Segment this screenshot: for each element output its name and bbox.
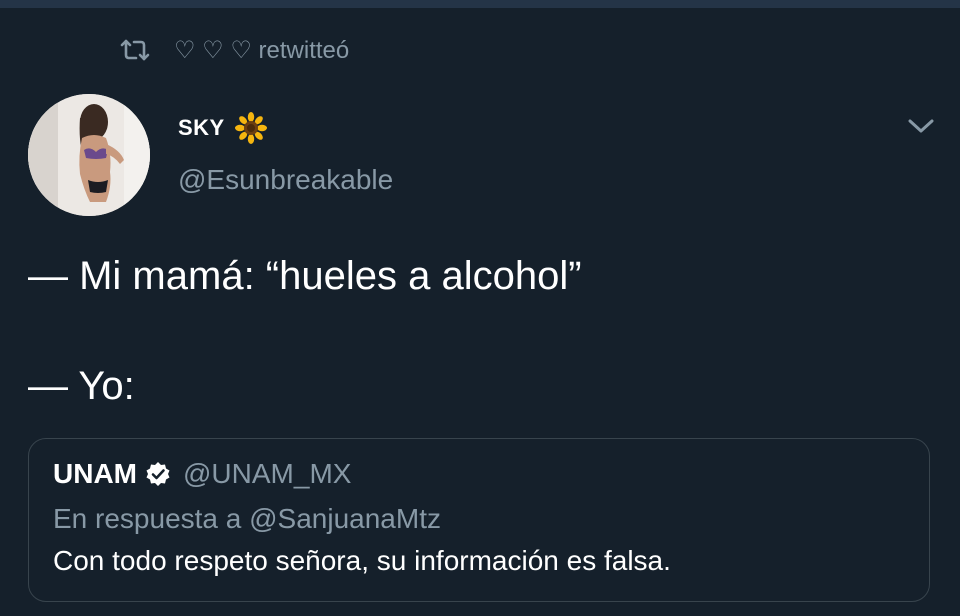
quoted-handle: @UNAM_MX (183, 458, 352, 489)
quoted-tweet-header: UNAM @UNAM_MX (53, 457, 351, 491)
author-handle[interactable]: @Esunbreakable (178, 164, 393, 196)
retweet-context[interactable]: ♡ ♡ ♡ retwitteó (120, 34, 349, 66)
tweet-text-line-1: — Mi mamá: “hueles a alcohol” (28, 254, 582, 298)
quoted-reply-context: En respuesta a @SanjuanaMtz (53, 503, 441, 534)
top-bar (0, 0, 960, 8)
avatar[interactable] (28, 94, 150, 216)
retweet-label: ♡ ♡ ♡ retwitteó (174, 36, 350, 64)
avatar-image (28, 94, 150, 216)
author-name-row[interactable]: SKY (178, 110, 267, 146)
sunflower-emoji (234, 112, 267, 144)
quoted-tweet-card[interactable]: UNAM @UNAM_MX En respuesta a @SanjuanaMt… (28, 438, 930, 602)
author-display-name: SKY (178, 115, 225, 140)
verified-badge-icon (146, 462, 170, 486)
retweet-icon (120, 39, 150, 61)
tweet-text-line-2: — Yo: (28, 364, 135, 408)
quoted-tweet-text: Con todo respeto señora, su información … (53, 545, 671, 576)
chevron-down-icon[interactable] (906, 116, 936, 136)
quoted-display-name: UNAM (53, 458, 137, 489)
